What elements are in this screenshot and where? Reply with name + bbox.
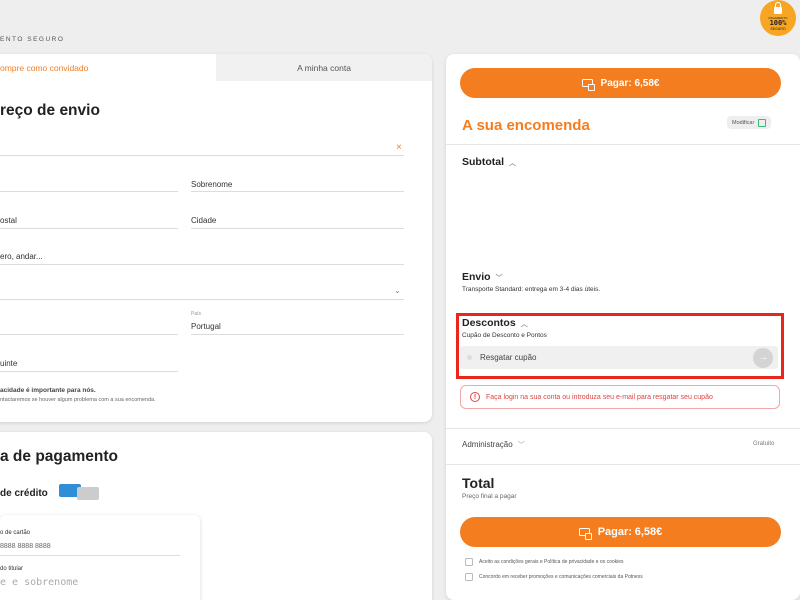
admin-value: Gratuito (753, 441, 775, 447)
edit-icon (758, 118, 767, 127)
card-number-input[interactable]: 8888 8888 8888 (0, 543, 51, 550)
shipping-label: Envio (462, 271, 491, 283)
terms-checkbox-row[interactable]: Aceito as condições gerais e Política de… (465, 558, 624, 566)
city-field[interactable] (191, 228, 404, 229)
shipping-desc: Transporte Standard: entrega em 3-4 dias… (462, 286, 601, 293)
card-icon (581, 79, 595, 91)
discounts-highlight-box (456, 313, 784, 379)
address2-field[interactable] (0, 264, 404, 265)
pay-amount: 6,58€ (634, 77, 660, 89)
modify-label: Modificar (732, 119, 755, 126)
chevron-up-icon: ︿ (509, 160, 516, 167)
chevron-down-icon[interactable]: ⌄ (394, 286, 401, 295)
error-icon: ! (470, 392, 480, 402)
privacy-title: acidade é importante para nós. (0, 387, 96, 394)
shipping-toggle[interactable]: Envio ﹀ (462, 271, 503, 283)
admin-label: Administração (462, 440, 513, 449)
pay-button-bottom[interactable]: Pagar: 6,58€ (460, 517, 781, 547)
mastercard-icon (77, 487, 99, 500)
holder-label: do titular (0, 566, 24, 572)
order-title: A sua encomenda (462, 117, 590, 134)
chevron-down-icon: ﹀ (517, 442, 525, 449)
coupon-error-message: ! Faça login na sua conta ou introduza s… (460, 385, 780, 409)
last-name-label: Sobrenome (191, 180, 233, 189)
country-small-label: País (191, 311, 202, 317)
subtotal-toggle[interactable]: Subtotal ︿ (462, 156, 516, 168)
tab-my-account[interactable]: A minha conta (216, 54, 432, 81)
lock-icon (774, 2, 782, 14)
admin-toggle[interactable]: Administração ﹀ (462, 440, 525, 450)
card-icon (578, 528, 592, 540)
pay-button-top[interactable]: Pagar: 6,58€ (460, 68, 781, 98)
taxpayer-label: uinte (0, 359, 18, 368)
country-value[interactable]: Portugal (191, 322, 221, 331)
error-text: Faça login na sua conta ou introduza seu… (486, 393, 713, 401)
last-name-field[interactable] (191, 191, 404, 192)
address2-label: ero, andar... (0, 252, 43, 261)
checkout-tabs: ompre como convidado A minha conta (0, 54, 432, 81)
shipping-title: reço de envio (0, 102, 100, 119)
shipping-card: ompre como convidado A minha conta reço … (0, 54, 432, 422)
first-name-field[interactable] (0, 191, 178, 192)
payment-title: a de pagamento (0, 448, 118, 465)
credit-card-option[interactable]: de crédito (0, 488, 48, 499)
total-label: Total (462, 475, 495, 491)
postal-code-label: ostal (0, 216, 17, 225)
subtotal-label: Subtotal (462, 156, 504, 168)
tab-guest-checkout[interactable]: ompre como convidado (0, 54, 216, 81)
terms-checkbox[interactable] (465, 558, 473, 566)
close-icon[interactable]: × (396, 142, 402, 153)
region-select[interactable] (0, 299, 404, 300)
chevron-down-icon: ﹀ (495, 275, 503, 282)
pay-label: Pagar: (600, 77, 632, 89)
card-form: o de cartão 8888 8888 8888 do titular e … (0, 515, 200, 600)
promo-label: Concordo em receber promoções e comunica… (479, 574, 643, 580)
promo-checkbox-row[interactable]: Concordo em receber promoções e comunica… (465, 573, 643, 581)
first-field[interactable] (0, 155, 404, 156)
badge-text-2: 100% (769, 19, 787, 27)
postal-code-field[interactable] (0, 228, 178, 229)
total-desc: Preço final a pagar (462, 493, 517, 500)
secure-checkout-label: ENTO SEGURO (0, 36, 65, 43)
country-field (191, 334, 404, 335)
card-number-label: o de cartão (0, 530, 31, 536)
pay-amount: 6,58€ (634, 526, 663, 538)
phone-field[interactable] (0, 334, 178, 335)
terms-label: Aceito as condições gerais e Política de… (479, 559, 624, 565)
badge-text-3: SEGURO (770, 27, 786, 31)
privacy-text: ntactaremos se houver algum problema com… (0, 397, 156, 403)
holder-input[interactable]: e e sobrenome (0, 577, 78, 588)
secure-payment-badge: PAGAMENTO 100% SEGURO (760, 0, 796, 36)
city-label: Cidade (191, 216, 217, 225)
taxpayer-field[interactable] (0, 371, 178, 372)
modify-button[interactable]: Modificar (727, 116, 772, 129)
pay-label: Pagar: (597, 526, 632, 538)
promo-checkbox[interactable] (465, 573, 473, 581)
